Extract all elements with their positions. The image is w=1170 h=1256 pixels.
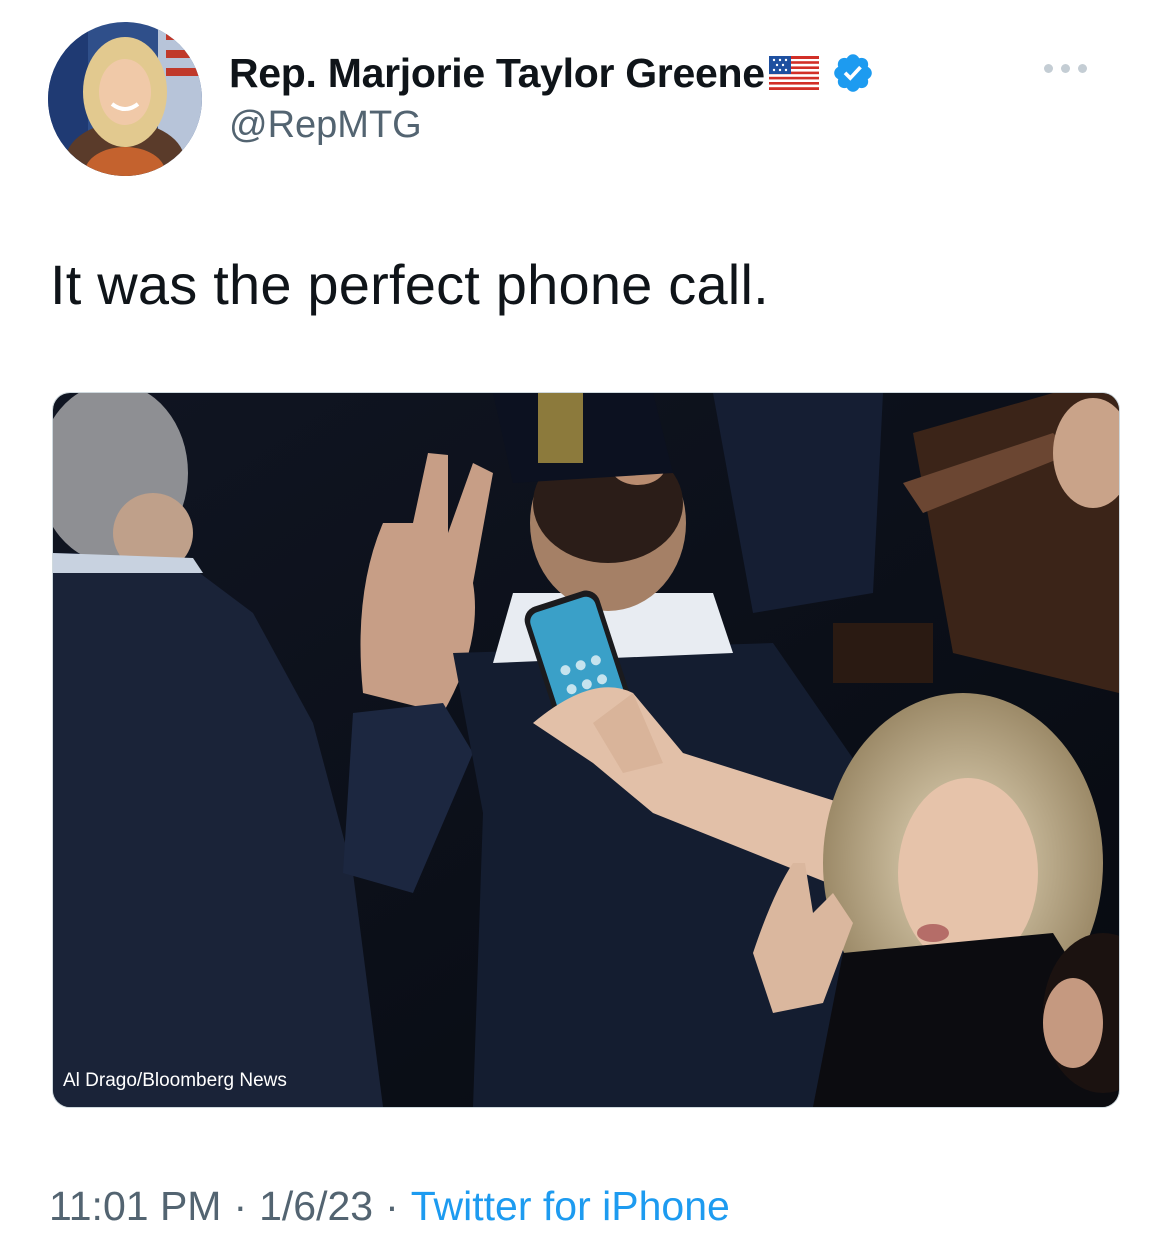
author-name-row[interactable]: Rep. Marjorie Taylor Greene xyxy=(229,48,875,98)
tweet-text: It was the perfect phone call. xyxy=(50,253,769,316)
author-display-name[interactable]: Rep. Marjorie Taylor Greene xyxy=(229,50,765,97)
tweet-photo[interactable]: Al Drago/Bloomberg News xyxy=(52,392,1120,1108)
photo-image xyxy=(53,393,1119,1107)
tweet-time[interactable]: 11:01 PM xyxy=(49,1183,221,1230)
verified-badge-icon xyxy=(833,54,872,92)
more-options-icon[interactable] xyxy=(1040,60,1091,77)
more-dot xyxy=(1044,64,1053,73)
more-dot xyxy=(1061,64,1070,73)
author-handle[interactable]: @RepMTG xyxy=(229,104,422,147)
tweet-source-link[interactable]: Twitter for iPhone xyxy=(411,1183,730,1230)
tweet-metadata: 11:01 PM · 1/6/23 · Twitter for iPhone xyxy=(49,1183,730,1230)
tweet-date[interactable]: 1/6/23 xyxy=(259,1183,373,1230)
us-flag-icon xyxy=(768,56,819,90)
avatar[interactable] xyxy=(48,22,202,176)
more-dot xyxy=(1078,64,1087,73)
photo-credit: Al Drago/Bloomberg News xyxy=(63,1070,287,1091)
meta-separator: · xyxy=(385,1183,399,1229)
meta-separator: · xyxy=(233,1183,248,1229)
